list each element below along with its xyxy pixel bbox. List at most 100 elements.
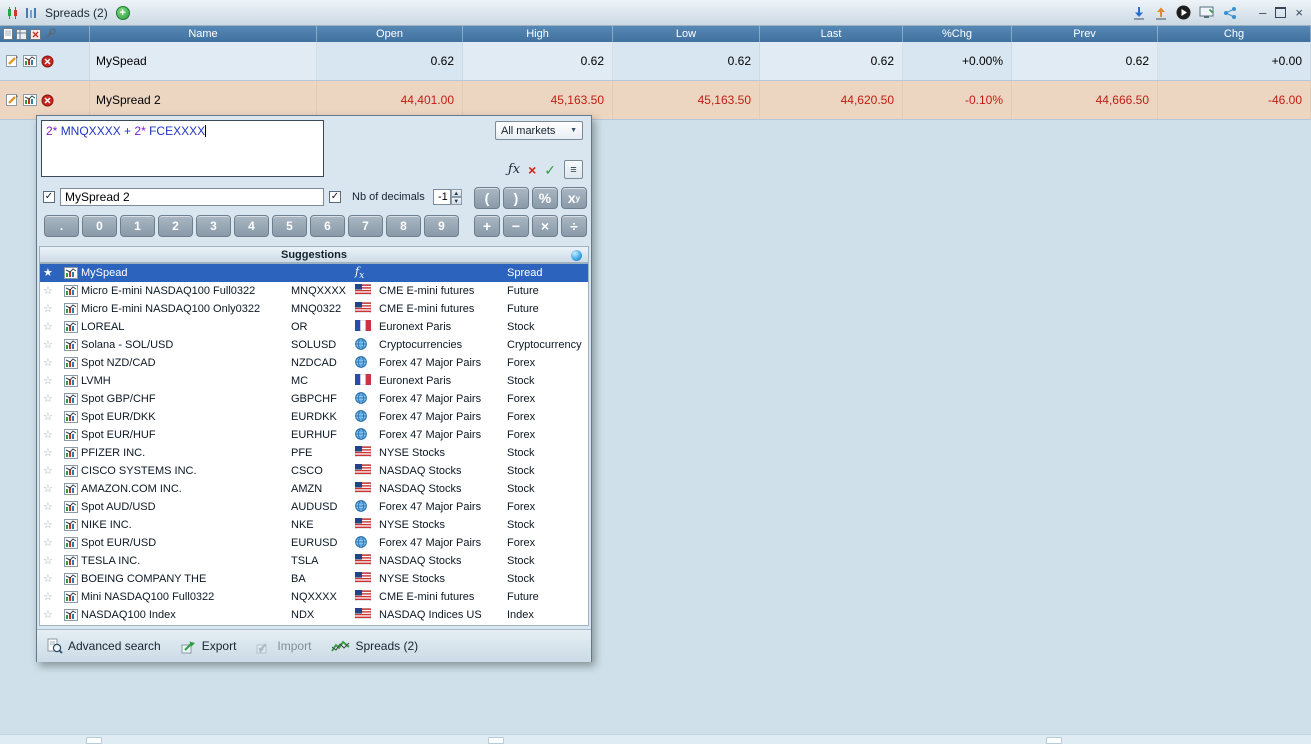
suggestion-row[interactable]: ☆Spot NZD/CADNZDCADForex 47 Major PairsF… xyxy=(40,354,588,372)
suggestion-row[interactable]: ☆NASDAQ100 IndexNDXNASDAQ Indices USInde… xyxy=(40,606,588,624)
suggestion-row[interactable]: ☆Mini NASDAQ100 Full0322NQXXXXCME E-mini… xyxy=(40,588,588,606)
spin-up-icon[interactable]: ▲ xyxy=(451,189,462,197)
column-header-open[interactable]: Open xyxy=(317,26,463,42)
market-filter-dropdown[interactable]: All markets ▼ xyxy=(495,121,583,140)
favorite-star-icon[interactable]: ☆ xyxy=(43,340,61,351)
suggestion-row[interactable]: ☆TESLA INC.TSLANASDAQ StocksStock xyxy=(40,552,588,570)
key-op[interactable]: + xyxy=(474,215,500,237)
spread-row[interactable]: MySpead0.620.620.620.62+0.00%0.62+0.00 xyxy=(0,42,1311,81)
favorite-star-icon[interactable]: ☆ xyxy=(43,304,61,315)
column-header-name[interactable]: Name xyxy=(90,26,317,42)
download-icon[interactable] xyxy=(1132,6,1146,20)
favorite-star-icon[interactable]: ☆ xyxy=(43,610,61,621)
suggestion-row[interactable]: ☆PFIZER INC.PFENYSE StocksStock xyxy=(40,444,588,462)
spread-name-input[interactable] xyxy=(60,188,324,206)
close-panel-icon[interactable] xyxy=(30,29,41,40)
key-op[interactable]: xy xyxy=(561,187,587,209)
suggestion-row[interactable]: ☆Spot EUR/HUFEURHUFForex 47 Major PairsF… xyxy=(40,426,588,444)
favorite-star-icon[interactable]: ☆ xyxy=(43,574,61,585)
column-header-prev[interactable]: Prev xyxy=(1012,26,1158,42)
favorite-star-icon[interactable]: ☆ xyxy=(43,376,61,387)
key-6[interactable]: 6 xyxy=(310,215,345,237)
favorite-star-icon[interactable]: ☆ xyxy=(43,520,61,531)
delete-row-icon[interactable] xyxy=(40,93,55,108)
export-button[interactable]: Export xyxy=(181,639,237,654)
decimals-checkbox[interactable]: ✓ xyxy=(329,191,341,203)
key-op[interactable]: − xyxy=(503,215,529,237)
suggestion-row[interactable]: ☆NIKE INC.NKENYSE StocksStock xyxy=(40,516,588,534)
chart-row-icon[interactable] xyxy=(22,93,37,108)
suggestion-row[interactable]: ☆Spot GBP/CHFGBPCHFForex 47 Major PairsF… xyxy=(40,390,588,408)
suggestion-row[interactable]: ☆Spot AUD/USDAUDUSDForex 47 Major PairsF… xyxy=(40,498,588,516)
suggestion-row[interactable]: ☆Micro E-mini NASDAQ100 Full0322MNQXXXXC… xyxy=(40,282,588,300)
name-checkbox[interactable]: ✓ xyxy=(43,191,55,203)
suggestion-row[interactable]: ☆AMAZON.COM INC.AMZNNASDAQ StocksStock xyxy=(40,480,588,498)
favorite-star-icon[interactable]: ☆ xyxy=(43,556,61,567)
key-4[interactable]: 4 xyxy=(234,215,269,237)
key-8[interactable]: 8 xyxy=(386,215,421,237)
add-spread-button[interactable]: + xyxy=(116,6,130,20)
spin-down-icon[interactable]: ▼ xyxy=(451,197,462,205)
key-op[interactable]: % xyxy=(532,187,558,209)
advanced-search-button[interactable]: Advanced search xyxy=(47,638,161,654)
key-op[interactable]: ÷ xyxy=(561,215,587,237)
upload-icon[interactable] xyxy=(1154,6,1168,20)
column-header-chg[interactable]: Chg xyxy=(1158,26,1311,42)
suggestion-row[interactable]: ☆Spot EUR/USDEURUSDForex 47 Major PairsF… xyxy=(40,534,588,552)
suggestion-row[interactable]: ☆LVMHMCEuronext ParisStock xyxy=(40,372,588,390)
key-op[interactable]: ) xyxy=(503,187,529,209)
key-.[interactable]: . xyxy=(44,215,79,237)
minimize-button[interactable]: – xyxy=(1259,6,1266,19)
columns-icon[interactable] xyxy=(25,6,37,20)
decimals-value[interactable]: -1 xyxy=(433,189,451,205)
key-5[interactable]: 5 xyxy=(272,215,307,237)
chart-row-icon[interactable] xyxy=(22,54,37,69)
favorite-star-icon[interactable]: ★ xyxy=(43,268,61,279)
delete-row-icon[interactable] xyxy=(40,54,55,69)
formula-input[interactable]: 2* MNQXXXX + 2* FCEXXXX xyxy=(41,120,324,177)
cancel-formula-icon[interactable]: × xyxy=(528,163,536,177)
column-header-chg[interactable]: %Chg xyxy=(903,26,1012,42)
favorite-star-icon[interactable]: ☆ xyxy=(43,502,61,513)
instrument-list-button[interactable]: ≡ xyxy=(564,160,583,179)
favorite-star-icon[interactable]: ☆ xyxy=(43,592,61,603)
suggestion-row[interactable]: ☆Micro E-mini NASDAQ100 Only0322MNQ0322C… xyxy=(40,300,588,318)
close-button[interactable]: × xyxy=(1295,6,1303,19)
favorite-star-icon[interactable]: ☆ xyxy=(43,484,61,495)
column-header-last[interactable]: Last xyxy=(760,26,903,42)
favorite-star-icon[interactable]: ☆ xyxy=(43,394,61,405)
suggestion-row[interactable]: ☆LOREALOREuronext ParisStock xyxy=(40,318,588,336)
key-3[interactable]: 3 xyxy=(196,215,231,237)
key-2[interactable]: 2 xyxy=(158,215,193,237)
share-nodes-icon[interactable] xyxy=(1223,6,1237,20)
suggestion-row[interactable]: ☆BOEING COMPANY THEBANYSE StocksStock xyxy=(40,570,588,588)
column-header-high[interactable]: High xyxy=(463,26,613,42)
insert-function-icon[interactable]: ƒx xyxy=(508,162,520,177)
favorite-star-icon[interactable]: ☆ xyxy=(43,322,61,333)
grid-icon[interactable] xyxy=(16,29,27,40)
suggestion-row[interactable]: ★MySpeadfxSpread xyxy=(40,264,588,282)
column-header-low[interactable]: Low xyxy=(613,26,760,42)
maximize-button[interactable] xyxy=(1275,7,1286,18)
key-op[interactable]: × xyxy=(532,215,558,237)
favorite-star-icon[interactable]: ☆ xyxy=(43,430,61,441)
favorite-star-icon[interactable]: ☆ xyxy=(43,448,61,459)
favorite-star-icon[interactable]: ☆ xyxy=(43,286,61,297)
suggestion-row[interactable]: ☆Solana - SOL/USDSOLUSDCryptocurrenciesC… xyxy=(40,336,588,354)
suggestion-row[interactable]: ☆Spot EUR/DKKEURDKKForex 47 Major PairsF… xyxy=(40,408,588,426)
favorite-star-icon[interactable]: ☆ xyxy=(43,358,61,369)
key-op[interactable]: ( xyxy=(474,187,500,209)
edit-row-icon[interactable] xyxy=(4,93,19,108)
document-icon[interactable] xyxy=(3,28,13,40)
key-7[interactable]: 7 xyxy=(348,215,383,237)
key-9[interactable]: 9 xyxy=(424,215,459,237)
play-icon[interactable] xyxy=(1176,5,1191,20)
spreads-button[interactable]: Spreads (2) xyxy=(331,639,418,654)
edit-row-icon[interactable] xyxy=(4,54,19,69)
key-1[interactable]: 1 xyxy=(120,215,155,237)
favorite-star-icon[interactable]: ☆ xyxy=(43,412,61,423)
validate-formula-icon[interactable]: ✓ xyxy=(544,163,556,177)
suggestion-row[interactable]: ☆CISCO SYSTEMS INC.CSCONASDAQ StocksStoc… xyxy=(40,462,588,480)
wrench-icon[interactable] xyxy=(44,28,56,40)
key-0[interactable]: 0 xyxy=(82,215,117,237)
